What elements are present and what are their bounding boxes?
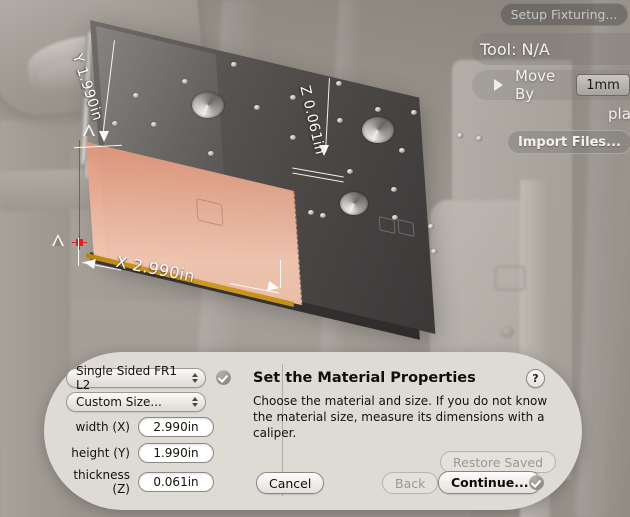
plate-hole [399, 148, 405, 153]
dialog-title: Set the Material Properties [253, 370, 476, 386]
plate-hole [347, 169, 353, 174]
help-icon[interactable]: ? [526, 369, 545, 388]
dialog-description: Choose the material and size. If you do … [253, 394, 548, 440]
plate-hole [112, 121, 118, 126]
height-input[interactable]: 1.990in [138, 443, 214, 463]
material-select[interactable]: Single Sided FR1 L2 [66, 364, 206, 392]
plate-hole [391, 187, 397, 192]
move-by-step-button[interactable]: 1mm [576, 74, 630, 96]
machine-slot [495, 266, 525, 290]
plate-slot [378, 215, 396, 235]
x-dimension-marker-icon [52, 234, 65, 246]
plate-hole [151, 122, 157, 127]
stepper-updown-icon[interactable] [190, 395, 199, 409]
plate-hole [457, 133, 463, 138]
plate-counterbore [192, 92, 224, 118]
check-badge-icon [216, 370, 231, 385]
y-dimension-label: Y 1.990in [68, 52, 106, 123]
plate-hole [182, 79, 188, 84]
plate-slot [397, 218, 415, 238]
cancel-button[interactable]: Cancel [256, 472, 325, 494]
z-dimension-line [325, 78, 330, 152]
y-dimension-line [102, 40, 115, 138]
move-by-label: Move By [515, 67, 556, 103]
plate-counterbore [362, 117, 394, 143]
x-dimension-extension [280, 260, 281, 288]
plate-hole [476, 136, 482, 141]
plate-hole [431, 249, 437, 254]
plate-hole [375, 107, 381, 112]
plate-hole [337, 118, 343, 123]
import-files-button[interactable]: Import Files... [507, 130, 630, 154]
check-badge-icon [529, 475, 544, 490]
thickness-input[interactable]: 0.061in [138, 472, 214, 492]
height-field-label: height (Y) [71, 446, 130, 460]
width-field-label: width (X) [75, 420, 130, 434]
light-streak [320, 0, 364, 360]
continue-button[interactable]: Continue... [438, 471, 542, 494]
material-select-value: Single Sided FR1 L2 [76, 364, 177, 392]
plate-hole [392, 215, 398, 220]
triangle-right-icon[interactable] [494, 79, 503, 91]
x-dimension-extension [78, 238, 79, 266]
spindle-housing [0, 0, 207, 119]
plate-hole [308, 210, 314, 215]
restore-saved-button[interactable]: Restore Saved [440, 451, 557, 473]
machine-bolt-hole [500, 326, 514, 338]
plate-hole [231, 62, 237, 67]
plate-hole [254, 105, 260, 110]
tool-readout: Tool: N/A [472, 33, 630, 65]
z-dimension-tick [292, 172, 344, 183]
x-dimension-arrow-icon [267, 281, 280, 293]
origin-axis-line [79, 140, 80, 240]
height-field-row: height (Y) 1.990in [58, 443, 214, 463]
stepper-updown-icon[interactable] [190, 371, 199, 385]
width-field-row: width (X) 2.990in [58, 417, 214, 437]
plate-counterbore [340, 192, 368, 215]
application-window: Y 1.990in Z 0.061in X 2.990in Setup Fixt… [0, 0, 630, 517]
plate-hole [411, 110, 417, 115]
plate-hole [208, 151, 214, 156]
x-dimension-arrow-icon [83, 257, 96, 269]
size-select[interactable]: Custom Size... [66, 392, 206, 412]
plate-hole [290, 95, 296, 100]
back-button[interactable]: Back [382, 472, 439, 494]
plate-hole [290, 135, 296, 140]
z-dimension-label: Z 0.061in [296, 84, 328, 157]
y-dimension-marker-icon [83, 124, 96, 136]
plane-label: pla [608, 105, 630, 123]
plate-hole [428, 224, 434, 229]
thickness-field-row: thickness (Z) 0.061in [58, 468, 214, 496]
plate-hole [133, 93, 139, 98]
move-by-row[interactable]: Move By 1mm [472, 67, 630, 103]
thickness-field-label: thickness (Z) [73, 468, 130, 496]
plate-hole [336, 81, 342, 86]
y-dimension-arrow-icon [99, 131, 109, 142]
size-select-value: Custom Size... [76, 395, 162, 409]
setup-fixturing-button[interactable]: Setup Fixturing... [500, 3, 628, 26]
width-input[interactable]: 2.990in [138, 417, 214, 437]
plate-hole [320, 213, 326, 218]
